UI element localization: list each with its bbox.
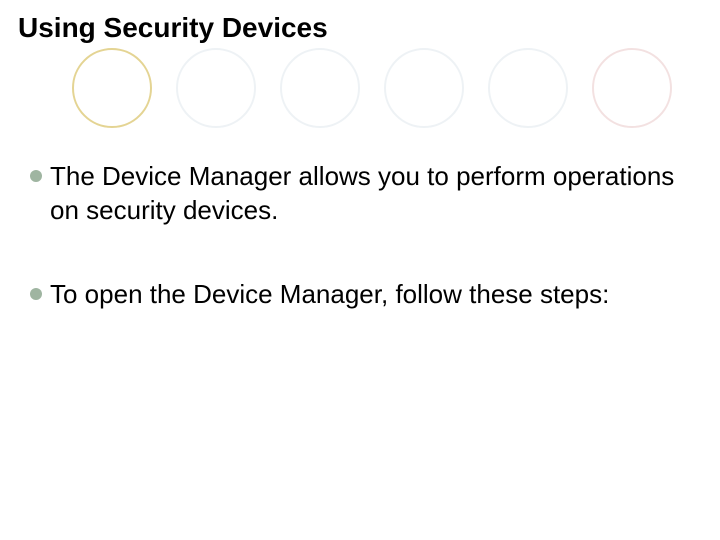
decorative-circle	[488, 48, 568, 128]
decorative-circle	[72, 48, 152, 128]
bullet-text: The Device Manager allows you to perform…	[50, 160, 700, 228]
decorative-circle	[592, 48, 672, 128]
bullet-icon	[30, 288, 42, 300]
decorative-circle	[280, 48, 360, 128]
list-item: To open the Device Manager, follow these…	[30, 278, 700, 312]
list-item: The Device Manager allows you to perform…	[30, 160, 700, 228]
content-area: The Device Manager allows you to perform…	[30, 160, 700, 361]
decorative-circle	[384, 48, 464, 128]
bullet-text: To open the Device Manager, follow these…	[50, 278, 609, 312]
decorative-circles	[72, 48, 672, 128]
bullet-icon	[30, 170, 42, 182]
decorative-circle	[176, 48, 256, 128]
page-title: Using Security Devices	[18, 12, 328, 44]
